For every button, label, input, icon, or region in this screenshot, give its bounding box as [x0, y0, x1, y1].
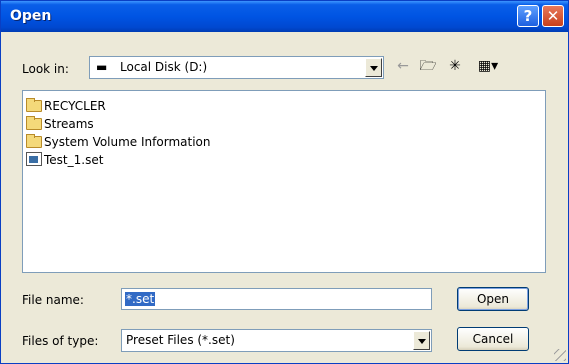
files-of-type-value: Preset Files (*.set) [126, 333, 235, 347]
file-list[interactable]: RECYCLER Streams System Volume Informati… [22, 90, 546, 273]
back-arrow-icon[interactable]: ← [393, 56, 413, 76]
resize-grip[interactable] [554, 349, 566, 361]
list-item[interactable]: Test_1.set [26, 151, 103, 169]
drive-icon: ▬ [96, 60, 108, 74]
file-name: RECYCLER [44, 99, 106, 113]
new-folder-icon[interactable]: ✳ [445, 56, 465, 76]
file-name-input[interactable]: *.set [121, 288, 432, 310]
title-bar[interactable]: Open ? ✕ [1, 1, 568, 32]
chevron-down-icon[interactable] [365, 58, 382, 77]
help-button[interactable]: ? [517, 5, 539, 27]
look-in-label: Look in: [22, 62, 69, 76]
files-of-type-dropdown[interactable]: Preset Files (*.set) [121, 329, 432, 352]
file-name: Streams [44, 117, 94, 131]
window-title: Open [10, 8, 52, 24]
folder-icon [26, 134, 42, 148]
cancel-button[interactable]: Cancel [457, 327, 529, 351]
look-in-label-text: Look in: [22, 62, 69, 76]
list-item[interactable]: Streams [26, 115, 94, 133]
file-name: Test_1.set [44, 153, 104, 167]
chevron-down-icon[interactable] [413, 331, 430, 350]
list-item[interactable]: System Volume Information [26, 133, 210, 151]
up-folder-icon[interactable]: 🗁 [418, 56, 438, 76]
file-name-value: *.set [125, 292, 156, 306]
file-name-label: File name: [22, 293, 84, 307]
file-name: System Volume Information [44, 135, 211, 149]
close-button[interactable]: ✕ [542, 5, 564, 27]
open-dialog: Open ? ✕ Look in: ▬ Local Disk (D:) ← 🗁 … [0, 0, 569, 364]
look-in-value: Local Disk (D:) [120, 60, 208, 74]
list-item[interactable]: RECYCLER [26, 97, 106, 115]
folder-icon [26, 98, 42, 112]
set-file-icon [26, 152, 42, 166]
view-menu-icon[interactable]: ▦▾ [473, 56, 503, 76]
look-in-dropdown[interactable]: ▬ Local Disk (D:) [89, 56, 384, 79]
open-button[interactable]: Open [457, 287, 529, 311]
files-of-type-label: Files of type: [22, 334, 99, 348]
folder-icon [26, 116, 42, 130]
